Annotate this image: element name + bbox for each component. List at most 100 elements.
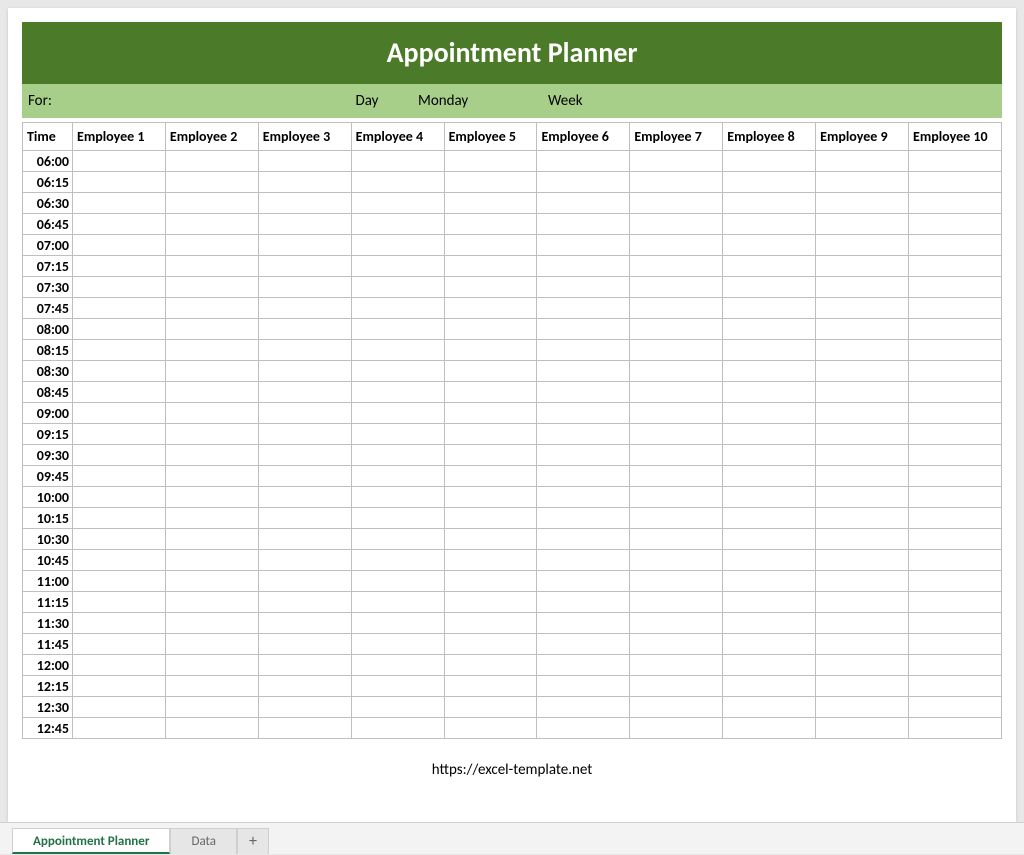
appointment-cell[interactable] (258, 718, 351, 739)
appointment-cell[interactable] (816, 613, 909, 634)
appointment-cell[interactable] (723, 592, 816, 613)
appointment-cell[interactable] (73, 550, 166, 571)
appointment-cell[interactable] (73, 172, 166, 193)
appointment-cell[interactable] (909, 445, 1002, 466)
appointment-cell[interactable] (73, 193, 166, 214)
appointment-cell[interactable] (165, 361, 258, 382)
appointment-cell[interactable] (909, 361, 1002, 382)
appointment-cell[interactable] (165, 571, 258, 592)
appointment-cell[interactable] (723, 613, 816, 634)
appointment-cell[interactable] (258, 676, 351, 697)
appointment-cell[interactable] (909, 340, 1002, 361)
appointment-cell[interactable] (723, 697, 816, 718)
appointment-cell[interactable] (630, 256, 723, 277)
appointment-cell[interactable] (630, 697, 723, 718)
appointment-cell[interactable] (816, 235, 909, 256)
appointment-cell[interactable] (73, 277, 166, 298)
appointment-cell[interactable] (258, 424, 351, 445)
appointment-cell[interactable] (816, 340, 909, 361)
appointment-cell[interactable] (816, 529, 909, 550)
appointment-cell[interactable] (816, 445, 909, 466)
appointment-cell[interactable] (537, 403, 630, 424)
appointment-cell[interactable] (537, 193, 630, 214)
appointment-cell[interactable] (73, 613, 166, 634)
appointment-cell[interactable] (444, 424, 537, 445)
appointment-cell[interactable] (258, 277, 351, 298)
appointment-cell[interactable] (630, 298, 723, 319)
appointment-cell[interactable] (816, 655, 909, 676)
appointment-cell[interactable] (444, 613, 537, 634)
appointment-cell[interactable] (537, 466, 630, 487)
appointment-cell[interactable] (444, 697, 537, 718)
appointment-cell[interactable] (723, 529, 816, 550)
appointment-cell[interactable] (537, 634, 630, 655)
appointment-cell[interactable] (816, 382, 909, 403)
appointment-cell[interactable] (351, 571, 444, 592)
appointment-cell[interactable] (723, 382, 816, 403)
appointment-cell[interactable] (444, 445, 537, 466)
appointment-cell[interactable] (630, 193, 723, 214)
appointment-cell[interactable] (351, 697, 444, 718)
appointment-cell[interactable] (351, 382, 444, 403)
appointment-cell[interactable] (630, 550, 723, 571)
appointment-cell[interactable] (444, 235, 537, 256)
appointment-cell[interactable] (165, 298, 258, 319)
appointment-cell[interactable] (444, 214, 537, 235)
appointment-cell[interactable] (165, 382, 258, 403)
appointment-cell[interactable] (165, 676, 258, 697)
appointment-cell[interactable] (444, 340, 537, 361)
appointment-cell[interactable] (351, 466, 444, 487)
appointment-cell[interactable] (816, 403, 909, 424)
appointment-cell[interactable] (816, 718, 909, 739)
appointment-cell[interactable] (165, 277, 258, 298)
appointment-cell[interactable] (165, 214, 258, 235)
appointment-cell[interactable] (909, 592, 1002, 613)
appointment-cell[interactable] (816, 571, 909, 592)
appointment-cell[interactable] (537, 382, 630, 403)
day-value[interactable]: Monday (412, 92, 542, 110)
appointment-cell[interactable] (73, 256, 166, 277)
appointment-cell[interactable] (537, 571, 630, 592)
appointment-cell[interactable] (630, 235, 723, 256)
appointment-cell[interactable] (537, 718, 630, 739)
appointment-cell[interactable] (165, 235, 258, 256)
appointment-cell[interactable] (909, 676, 1002, 697)
appointment-cell[interactable] (165, 319, 258, 340)
appointment-cell[interactable] (909, 697, 1002, 718)
appointment-cell[interactable] (630, 592, 723, 613)
appointment-cell[interactable] (351, 487, 444, 508)
appointment-cell[interactable] (444, 382, 537, 403)
appointment-cell[interactable] (73, 298, 166, 319)
appointment-cell[interactable] (351, 550, 444, 571)
appointment-cell[interactable] (909, 424, 1002, 445)
appointment-cell[interactable] (444, 655, 537, 676)
appointment-cell[interactable] (816, 466, 909, 487)
appointment-cell[interactable] (816, 592, 909, 613)
appointment-cell[interactable] (165, 172, 258, 193)
appointment-cell[interactable] (165, 592, 258, 613)
appointment-cell[interactable] (816, 193, 909, 214)
appointment-cell[interactable] (73, 718, 166, 739)
appointment-cell[interactable] (165, 613, 258, 634)
appointment-cell[interactable] (909, 487, 1002, 508)
appointment-cell[interactable] (258, 571, 351, 592)
appointment-cell[interactable] (816, 151, 909, 172)
appointment-cell[interactable] (351, 235, 444, 256)
appointment-cell[interactable] (909, 550, 1002, 571)
appointment-cell[interactable] (630, 676, 723, 697)
appointment-cell[interactable] (630, 151, 723, 172)
appointment-cell[interactable] (444, 193, 537, 214)
appointment-cell[interactable] (165, 403, 258, 424)
appointment-cell[interactable] (73, 319, 166, 340)
appointment-cell[interactable] (909, 634, 1002, 655)
appointment-cell[interactable] (909, 172, 1002, 193)
appointment-cell[interactable] (630, 571, 723, 592)
appointment-cell[interactable] (630, 172, 723, 193)
appointment-cell[interactable] (723, 466, 816, 487)
appointment-cell[interactable] (258, 298, 351, 319)
appointment-cell[interactable] (258, 529, 351, 550)
appointment-cell[interactable] (816, 319, 909, 340)
appointment-cell[interactable] (165, 466, 258, 487)
appointment-cell[interactable] (723, 655, 816, 676)
appointment-cell[interactable] (723, 718, 816, 739)
